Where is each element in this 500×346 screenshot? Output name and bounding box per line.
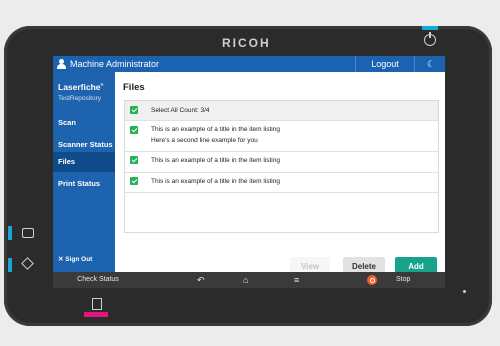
select-all-row[interactable]: Select All Count: 3/4	[125, 101, 438, 121]
file-list: Select All Count: 3/4 This is an example…	[124, 100, 439, 233]
list-item[interactable]: This is an example of a title in the ite…	[125, 151, 438, 173]
back-icon[interactable]: ↶	[197, 272, 205, 288]
checkbox[interactable]	[130, 106, 138, 114]
sign-out-label: Sign Out	[65, 256, 93, 263]
sidebar-item-files[interactable]: Files	[53, 152, 115, 172]
checkbox[interactable]	[130, 156, 138, 164]
stop-icon[interactable]	[367, 275, 377, 285]
indicator-light	[8, 258, 12, 272]
sensor-dot	[463, 290, 466, 293]
list-item[interactable]: This is an example of a title in the ite…	[125, 120, 438, 152]
menu-icon[interactable]: ≡	[294, 272, 299, 288]
sidebar: Laserfiche® TestRepository Scan Scanner …	[53, 72, 115, 272]
user-icon	[57, 59, 66, 69]
sidebar-item-print-status[interactable]: Print Status	[53, 174, 115, 194]
brand-logo: RICOH	[222, 36, 271, 50]
card-indicator-light	[84, 312, 108, 317]
main-content: Files Select All Count: 3/4 This is an e…	[115, 72, 445, 277]
checkbox[interactable]	[130, 177, 138, 185]
power-icon[interactable]	[424, 32, 436, 46]
card-reader-icon	[92, 298, 102, 310]
item-subtitle: Here's a second line example for you	[151, 137, 258, 144]
item-title: This is an example of a title in the ite…	[151, 157, 280, 164]
user-name: Machine Administrator	[70, 59, 160, 69]
indicator-light	[422, 26, 438, 30]
top-bar: Machine Administrator Logout ☾	[53, 56, 445, 72]
indicator-light	[8, 226, 12, 240]
home-icon[interactable]: ⌂	[243, 272, 248, 288]
logout-button[interactable]: Logout	[355, 56, 415, 72]
item-title: This is an example of a title in the ite…	[151, 126, 280, 133]
sidebar-item-scan[interactable]: Scan	[53, 113, 115, 133]
moon-icon[interactable]: ☾	[427, 59, 435, 70]
bottom-bar: Check Status ↶ ⌂ ≡ Stop	[53, 272, 445, 288]
touch-screen: Machine Administrator Logout ☾ Laserfich…	[53, 56, 445, 288]
copy-key-icon[interactable]	[22, 228, 34, 238]
laserfiche-logo: Laserfiche®	[58, 82, 104, 92]
select-all-label: Select All Count: 3/4	[151, 107, 210, 114]
stop-button[interactable]: Stop	[396, 272, 410, 288]
list-item[interactable]: This is an example of a title in the ite…	[125, 172, 438, 193]
item-title: This is an example of a title in the ite…	[151, 178, 280, 185]
repository-name: TestRepository	[58, 95, 101, 102]
checkbox[interactable]	[130, 126, 138, 134]
sign-out-button[interactable]: ✕ Sign Out	[58, 255, 92, 263]
check-status-button[interactable]: Check Status	[53, 272, 143, 288]
page-title: Files	[123, 82, 145, 93]
